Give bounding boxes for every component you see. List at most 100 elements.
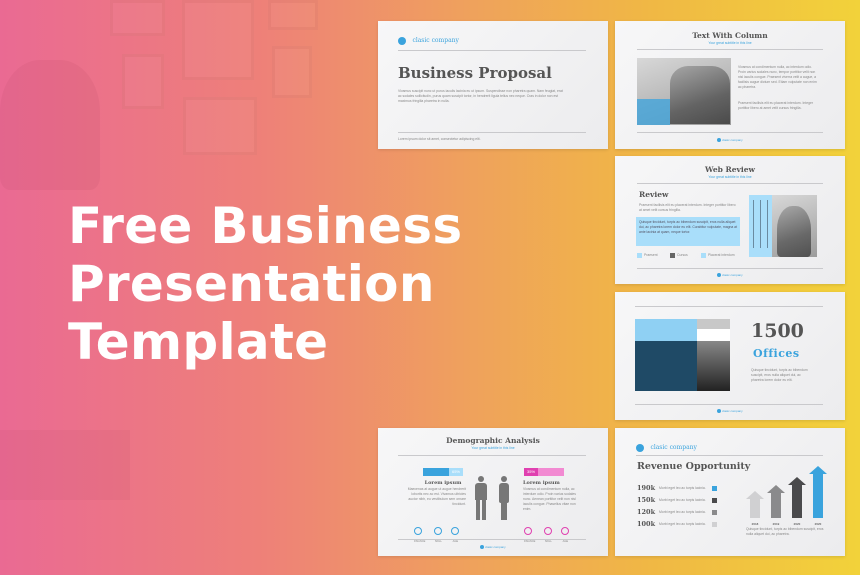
ring-label: AGE bbox=[452, 540, 459, 543]
background-frame bbox=[122, 54, 164, 109]
revenue-legend-row: 120k Morbi eget leo ac turpis lacinia. bbox=[637, 508, 717, 516]
checkbox-item[interactable]: Placerat interdum bbox=[701, 253, 735, 258]
year-label: 2020 bbox=[814, 522, 822, 526]
slide-title: Text With Column bbox=[692, 31, 768, 40]
logo-icon bbox=[717, 409, 722, 413]
hero-title: Free Business Presentation Template bbox=[68, 197, 462, 371]
ring-chart bbox=[544, 527, 553, 535]
office-count: 1500 bbox=[751, 320, 804, 342]
divider bbox=[398, 132, 586, 133]
divider bbox=[637, 183, 823, 184]
column-paragraph: Vivamus at condimentum nulla, ac interdu… bbox=[738, 65, 817, 89]
background-frame bbox=[268, 0, 318, 30]
slide-subtitle: Your great subtitle in this line bbox=[708, 41, 752, 45]
slide-revenue-opportunity[interactable]: clasic company Revenue Opportunity 190k M… bbox=[615, 428, 845, 556]
percent-label: 35% bbox=[527, 469, 536, 474]
hero-title-line: Free Business bbox=[68, 197, 463, 255]
background-frame bbox=[183, 97, 257, 155]
logo-icon bbox=[717, 273, 722, 277]
review-heading: Review bbox=[639, 190, 669, 199]
checkbox-item[interactable]: Praesent bbox=[637, 253, 658, 258]
logo-icon bbox=[398, 36, 406, 45]
slide-offices[interactable]: 1500 Offices Quisque tincidunt, turpis a… bbox=[615, 292, 845, 420]
revenue-legend-row: 190k Morbi eget leo ac turpis lacinia. bbox=[637, 484, 717, 492]
stat-heading: Lorem ipsum bbox=[424, 480, 462, 486]
slider-track[interactable] bbox=[753, 200, 754, 248]
slider-panel bbox=[749, 195, 772, 257]
column-paragraph: Praesent facilisis elit eu placerat inte… bbox=[738, 101, 814, 110]
divider bbox=[637, 49, 823, 50]
logo-text: clasic company bbox=[412, 37, 459, 45]
slide-title: Revenue Opportunity bbox=[637, 461, 751, 472]
legend-swatch bbox=[711, 485, 717, 491]
percent-label: 65% bbox=[451, 469, 460, 474]
stat-heading: Lorem ipsum bbox=[523, 480, 560, 486]
ring-label: SKILL bbox=[434, 540, 442, 543]
revenue-value: 190k bbox=[637, 484, 656, 492]
legend-swatch bbox=[711, 497, 717, 503]
revenue-arrow-bar bbox=[746, 491, 764, 518]
divider bbox=[398, 539, 586, 540]
chart-caption: Quisque tincidunt, turpis ac bibendum su… bbox=[746, 527, 824, 536]
team-photo-people bbox=[670, 66, 730, 124]
revenue-text: Morbi eget leo ac turpis lacinia. bbox=[659, 486, 706, 490]
building-photo bbox=[635, 319, 730, 391]
checkbox-item[interactable]: Cursus bbox=[670, 253, 688, 258]
revenue-arrow-bar bbox=[788, 477, 806, 518]
office-body: Quisque tincidunt, turpis ac bibendum su… bbox=[751, 368, 808, 382]
slide-text-with-column[interactable]: Text With Column Your great subtitle in … bbox=[615, 21, 845, 149]
stat-body: Vivamus at condimentum nulla, ac interdu… bbox=[523, 487, 576, 511]
office-label: Offices bbox=[753, 347, 800, 360]
slide-web-review[interactable]: Web Review Your great subtitle in this l… bbox=[615, 156, 845, 284]
slider-track[interactable] bbox=[767, 200, 768, 248]
revenue-value: 100k bbox=[637, 520, 656, 528]
logo-text: clasic company bbox=[722, 408, 743, 413]
ring-label: AGE bbox=[562, 540, 569, 543]
legend-swatch bbox=[711, 509, 717, 515]
footer-logo: clasic company bbox=[615, 273, 845, 277]
review-intro: Praesent facilisis elit eu placerat inte… bbox=[639, 203, 736, 212]
divider bbox=[636, 455, 823, 456]
slide-subtitle: Your great subtitle in this line bbox=[708, 175, 752, 179]
hero-title-line: Presentation bbox=[68, 255, 435, 313]
female-silhouette-icon bbox=[499, 476, 509, 520]
checkbox-label: Cursus bbox=[677, 253, 688, 257]
logo-text: clasic company bbox=[722, 137, 743, 142]
ring-chart bbox=[561, 527, 570, 535]
ring-chart bbox=[434, 527, 443, 535]
checkbox-label: Praesent bbox=[644, 253, 658, 257]
divider bbox=[635, 404, 823, 405]
percent-bar-fill bbox=[423, 468, 449, 476]
slide-business-proposal[interactable]: clasic company Business Proposal Vivamus… bbox=[378, 21, 608, 149]
logo-icon bbox=[717, 138, 722, 142]
ring-label: FINANCE bbox=[524, 540, 536, 543]
logo-icon bbox=[636, 443, 644, 452]
divider bbox=[398, 50, 586, 51]
revenue-text: Morbi eget leo ac turpis lacinia. bbox=[659, 522, 706, 526]
revenue-text: Morbi eget leo ac turpis lacinia. bbox=[659, 510, 706, 514]
revenue-legend-row: 150k Morbi eget leo ac turpis lacinia. bbox=[637, 496, 717, 504]
hero-title-line: Template bbox=[68, 313, 329, 371]
slide-title: Demographic Analysis bbox=[446, 436, 540, 445]
ring-chart bbox=[414, 527, 422, 535]
checkbox-icon bbox=[701, 253, 706, 258]
logo-text: clasic company bbox=[485, 544, 506, 549]
ring-label: FINANCE bbox=[414, 540, 426, 543]
year-label: 2020 bbox=[793, 522, 801, 526]
divider bbox=[637, 132, 823, 133]
background-frame bbox=[110, 0, 165, 36]
slider-track[interactable] bbox=[760, 200, 761, 248]
review-highlight: Quisque tincidunt, turpis ac bibendum su… bbox=[636, 217, 740, 246]
revenue-arrow-bar bbox=[809, 466, 827, 518]
background-desk bbox=[0, 430, 130, 500]
year-label: 2018 bbox=[751, 522, 759, 526]
revenue-value: 120k bbox=[637, 508, 656, 516]
ring-label: SKILL bbox=[544, 540, 552, 543]
slide-body: Vivamus suscipit nunc ut purus iaculis l… bbox=[398, 89, 563, 103]
slide-demographic-analysis[interactable]: Demographic Analysis Your great subtitle… bbox=[378, 428, 608, 556]
slide-title: Web Review bbox=[705, 165, 755, 174]
percent-bar-left: 65% bbox=[423, 468, 463, 476]
divider bbox=[635, 306, 823, 307]
ring-chart bbox=[524, 527, 532, 535]
logo-text: clasic company bbox=[650, 444, 697, 452]
